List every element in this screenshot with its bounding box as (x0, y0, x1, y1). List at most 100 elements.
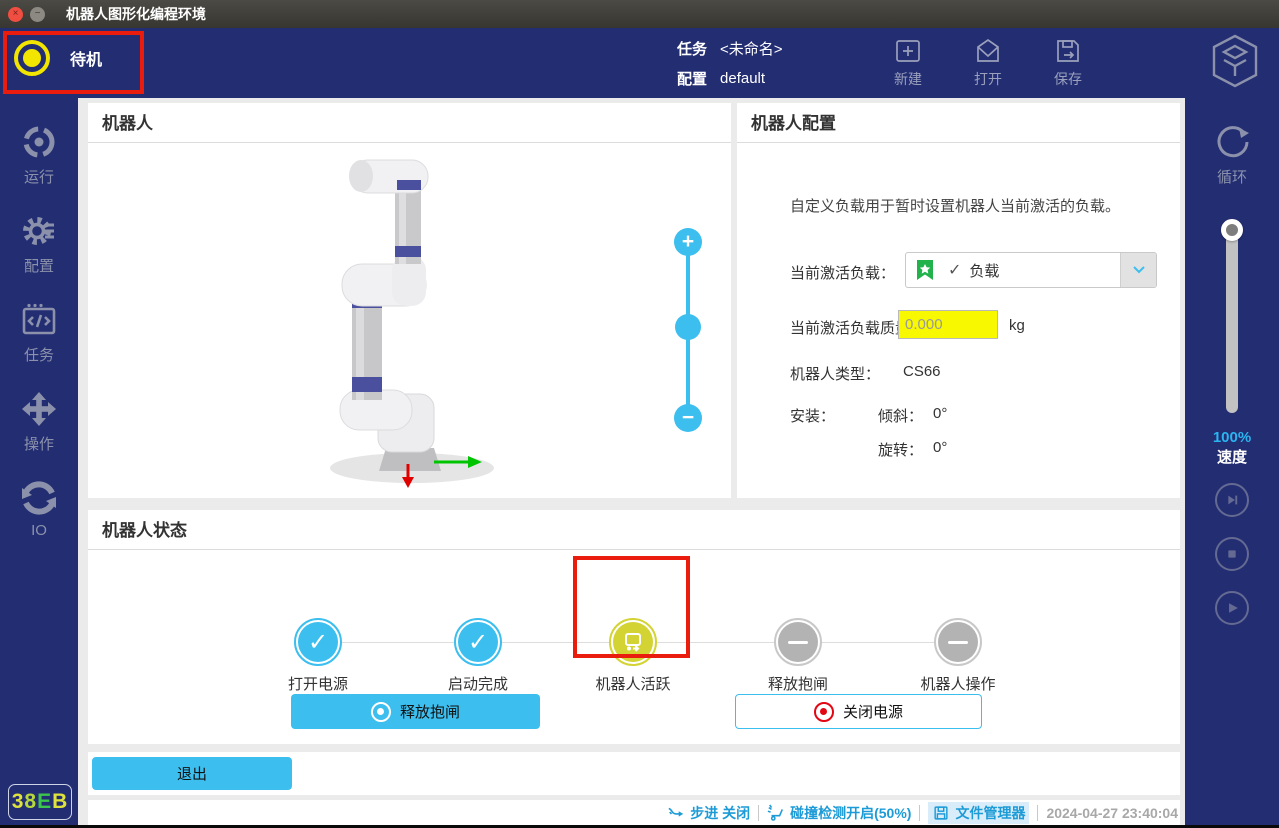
save-task-button[interactable]: 保存 (1038, 36, 1098, 89)
os-titlebar: × − 机器人图形化编程环境 (0, 0, 1279, 28)
bookmark-icon (914, 259, 936, 281)
collision-detect-toggle[interactable]: 碰撞检测开启(50%) (767, 803, 911, 823)
mount-label: 安装： (790, 405, 835, 426)
step-robot-active: 机器人活跃 (563, 618, 703, 694)
payload-description: 自定义负载用于暂时设置机器人当前激活的负载。 (790, 195, 1120, 216)
speed-slider-knob[interactable] (1221, 219, 1243, 241)
play-icon (1221, 597, 1243, 619)
open-file-icon (973, 36, 1003, 66)
release-brake-button[interactable]: 释放抱闸 (291, 694, 540, 729)
statusbar-divider (758, 805, 759, 821)
robot-3d-view[interactable] (300, 150, 520, 490)
minimize-icon[interactable]: − (30, 7, 45, 22)
file-manager-button[interactable]: 文件管理器 (928, 802, 1029, 824)
loop-mode-button[interactable]: 循环 (1211, 120, 1253, 187)
playback-controls (1215, 483, 1249, 625)
exit-button[interactable]: 退出 (92, 757, 292, 790)
step-mode-toggle[interactable]: 步进 关闭 (667, 803, 750, 823)
config-value: default (720, 70, 765, 87)
step-mode-icon (667, 804, 685, 822)
robot-type-value: CS66 (903, 363, 941, 380)
check-circle-icon: ✓ (298, 622, 338, 662)
tilt-value: 0° (933, 405, 947, 422)
robot-type-label: 机器人类型： (790, 363, 880, 384)
sidebar-item-config[interactable]: 配置 (0, 211, 78, 276)
payload-mass-input[interactable] (898, 310, 998, 339)
window-title: 机器人图形化编程环境 (66, 4, 206, 24)
payload-selected-value: 负载 (969, 260, 999, 281)
stop-icon (1221, 543, 1243, 565)
robot-config-panel: 机器人配置 自定义负载用于暂时设置机器人当前激活的负载。 当前激活负载： ✓ 负… (737, 103, 1180, 498)
payload-mass-unit: kg (1009, 317, 1025, 334)
standby-status-icon (14, 40, 50, 76)
skip-icon (1221, 489, 1243, 511)
task-value: <未命名> (720, 38, 783, 59)
standby-label: 待机 (70, 46, 102, 70)
zoom-out-button[interactable]: − (674, 404, 702, 432)
step-power-on: ✓ 打开电源 (248, 618, 388, 694)
new-file-icon (893, 36, 923, 66)
sidebar-item-operate[interactable]: 操作 (0, 389, 78, 454)
view-zoom-control: + − (673, 228, 703, 432)
io-cycle-icon (19, 478, 59, 518)
minus-circle-icon (938, 622, 978, 662)
robot-panel-title: 机器人 (88, 103, 731, 143)
step-release-brake: 释放抱闸 (728, 618, 868, 694)
run-icon (19, 122, 59, 162)
power-off-button[interactable]: 关闭电源 (735, 694, 982, 729)
zoom-slider-knob[interactable] (675, 314, 701, 340)
right-sidebar: 循环 100% 速度 (1185, 98, 1279, 828)
check-circle-icon: ✓ (458, 622, 498, 662)
play-button[interactable] (1215, 591, 1249, 625)
new-task-button[interactable]: 新建 (878, 36, 938, 89)
rotate-value: 0° (933, 439, 947, 456)
app-header: 待机 任务 <未命名> 配置 default 新建 (0, 28, 1279, 98)
chevron-down-icon[interactable] (1120, 253, 1156, 287)
rotate-label: 旋转： (878, 439, 923, 460)
active-payload-label: 当前激活负载： (790, 262, 895, 283)
header-actions: 新建 打开 保存 (878, 36, 1098, 89)
move-arrows-icon (19, 389, 59, 429)
sidebar-item-run[interactable]: 运行 (0, 122, 78, 187)
tilt-label: 倾斜： (878, 405, 923, 426)
robot-active-icon (621, 630, 645, 654)
task-label: 任务 (677, 38, 707, 59)
app-window: × − 机器人图形化编程环境 待机 任务 <未命名> 配置 default (0, 0, 1279, 828)
speed-slider-track[interactable] (1226, 229, 1238, 413)
power-target-icon (814, 702, 834, 722)
speed-slider[interactable] (1220, 219, 1244, 415)
left-sidebar: 运行 配置 任务 (0, 98, 78, 828)
collision-icon (767, 804, 785, 822)
loop-icon (1211, 120, 1253, 162)
robot-panel: 机器人 (88, 103, 731, 498)
speed-label: 速度 (1217, 446, 1247, 467)
file-manager-icon (932, 804, 950, 822)
open-task-button[interactable]: 打开 (958, 36, 1018, 89)
brake-target-icon (371, 702, 391, 722)
robot-status-panel: 机器人状态 ✓ 打开电源 ✓ 启动完成 机器人活跃 (88, 510, 1180, 744)
config-panel-title: 机器人配置 (737, 103, 1180, 143)
save-icon (1053, 36, 1083, 66)
checksum-badge[interactable]: 3 8 E B (8, 784, 72, 820)
brand-logo-icon (1211, 33, 1259, 89)
robot-mode-indicator[interactable]: 待机 (14, 40, 102, 76)
close-icon[interactable]: × (8, 7, 23, 22)
gear-icon (19, 211, 59, 251)
stop-button[interactable] (1215, 537, 1249, 571)
minus-circle-icon (778, 622, 818, 662)
zoom-in-button[interactable]: + (674, 228, 702, 256)
task-info: 任务 <未命名> 配置 default (677, 28, 783, 98)
step-startup-complete: ✓ 启动完成 (408, 618, 548, 694)
status-panel-title: 机器人状态 (88, 510, 1180, 550)
config-label: 配置 (677, 68, 707, 89)
check-icon: ✓ (948, 260, 961, 280)
bottom-status-bar: 步进 关闭 碰撞检测开启(50%) 文件管理器 202 (88, 800, 1180, 825)
sidebar-item-task[interactable]: 任务 (0, 300, 78, 365)
sidebar-item-io[interactable]: IO (0, 478, 78, 539)
step-robot-operate: 机器人操作 (888, 618, 1028, 694)
step-next-button[interactable] (1215, 483, 1249, 517)
clock-timestamp: 2024-04-27 23:40:04 (1037, 805, 1178, 821)
main-area: 机器人 (78, 98, 1185, 825)
payload-dropdown[interactable]: ✓ 负载 (905, 252, 1157, 288)
statusbar-divider (919, 805, 920, 821)
